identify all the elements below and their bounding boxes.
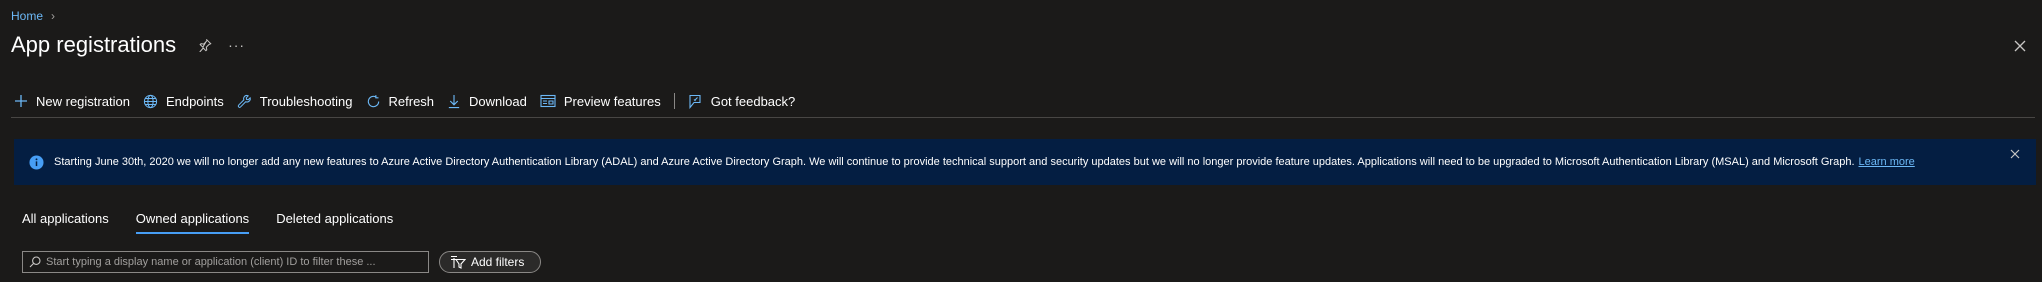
banner-message: Starting June 30th, 2020 we will no long… [54, 156, 1915, 168]
globe-icon [143, 94, 158, 108]
got-feedback-label: Got feedback? [710, 93, 796, 109]
preview-features-icon [540, 94, 556, 108]
add-filters-label: Add filters [471, 255, 525, 269]
preview-features-label: Preview features [563, 93, 661, 109]
download-icon [448, 94, 460, 108]
new-registration-button[interactable]: New registration [14, 94, 130, 109]
endpoints-button[interactable]: Endpoints [143, 94, 224, 109]
search-icon [29, 256, 41, 268]
tab-all-applications[interactable]: All applications [22, 211, 109, 234]
refresh-label: Refresh [388, 93, 435, 109]
refresh-icon [367, 94, 379, 107]
command-bar: New registration Endpoints Troubleshooti… [14, 90, 808, 112]
close-icon[interactable] [2012, 38, 2028, 54]
filter-row: Add filters [22, 251, 542, 273]
endpoints-label: Endpoints [165, 93, 224, 109]
plus-icon [15, 95, 27, 107]
new-registration-label: New registration [36, 93, 130, 109]
breadcrumb: Home › [11, 9, 55, 23]
info-banner: Starting June 30th, 2020 we will no long… [14, 139, 2036, 185]
tab-owned-applications[interactable]: Owned applications [135, 211, 250, 234]
banner-message-text: Starting June 30th, 2020 we will no long… [54, 156, 1855, 168]
learn-more-link[interactable]: Learn more [1859, 156, 1915, 168]
got-feedback-button[interactable]: Got feedback? [687, 93, 796, 109]
add-filter-icon [451, 255, 466, 269]
chevron-right-icon: › [51, 9, 56, 23]
refresh-button[interactable]: Refresh [366, 93, 435, 109]
troubleshooting-button[interactable]: Troubleshooting [237, 94, 353, 109]
info-icon [29, 154, 44, 170]
dismiss-banner-icon[interactable] [2010, 149, 2020, 162]
pin-icon[interactable] [198, 38, 212, 52]
app-tabs: All applications Owned applications Dele… [22, 211, 420, 234]
download-label: Download [469, 93, 527, 109]
add-filters-button[interactable]: Add filters [439, 251, 542, 273]
troubleshooting-label: Troubleshooting [259, 93, 353, 109]
search-box [22, 251, 429, 273]
preview-features-button[interactable]: Preview features [540, 94, 661, 109]
page-title: App registrations [11, 32, 177, 57]
search-input[interactable] [41, 256, 428, 268]
title-row: App registrations ··· [11, 32, 245, 58]
toolbar-divider [11, 117, 2035, 118]
feedback-icon [689, 94, 701, 109]
tab-deleted-applications[interactable]: Deleted applications [276, 211, 393, 234]
more-options-icon[interactable]: ··· [228, 37, 245, 53]
wrench-icon [237, 94, 251, 108]
download-button[interactable]: Download [447, 94, 527, 109]
breadcrumb-home-link[interactable]: Home [11, 9, 43, 23]
toolbar-separator [673, 93, 675, 109]
